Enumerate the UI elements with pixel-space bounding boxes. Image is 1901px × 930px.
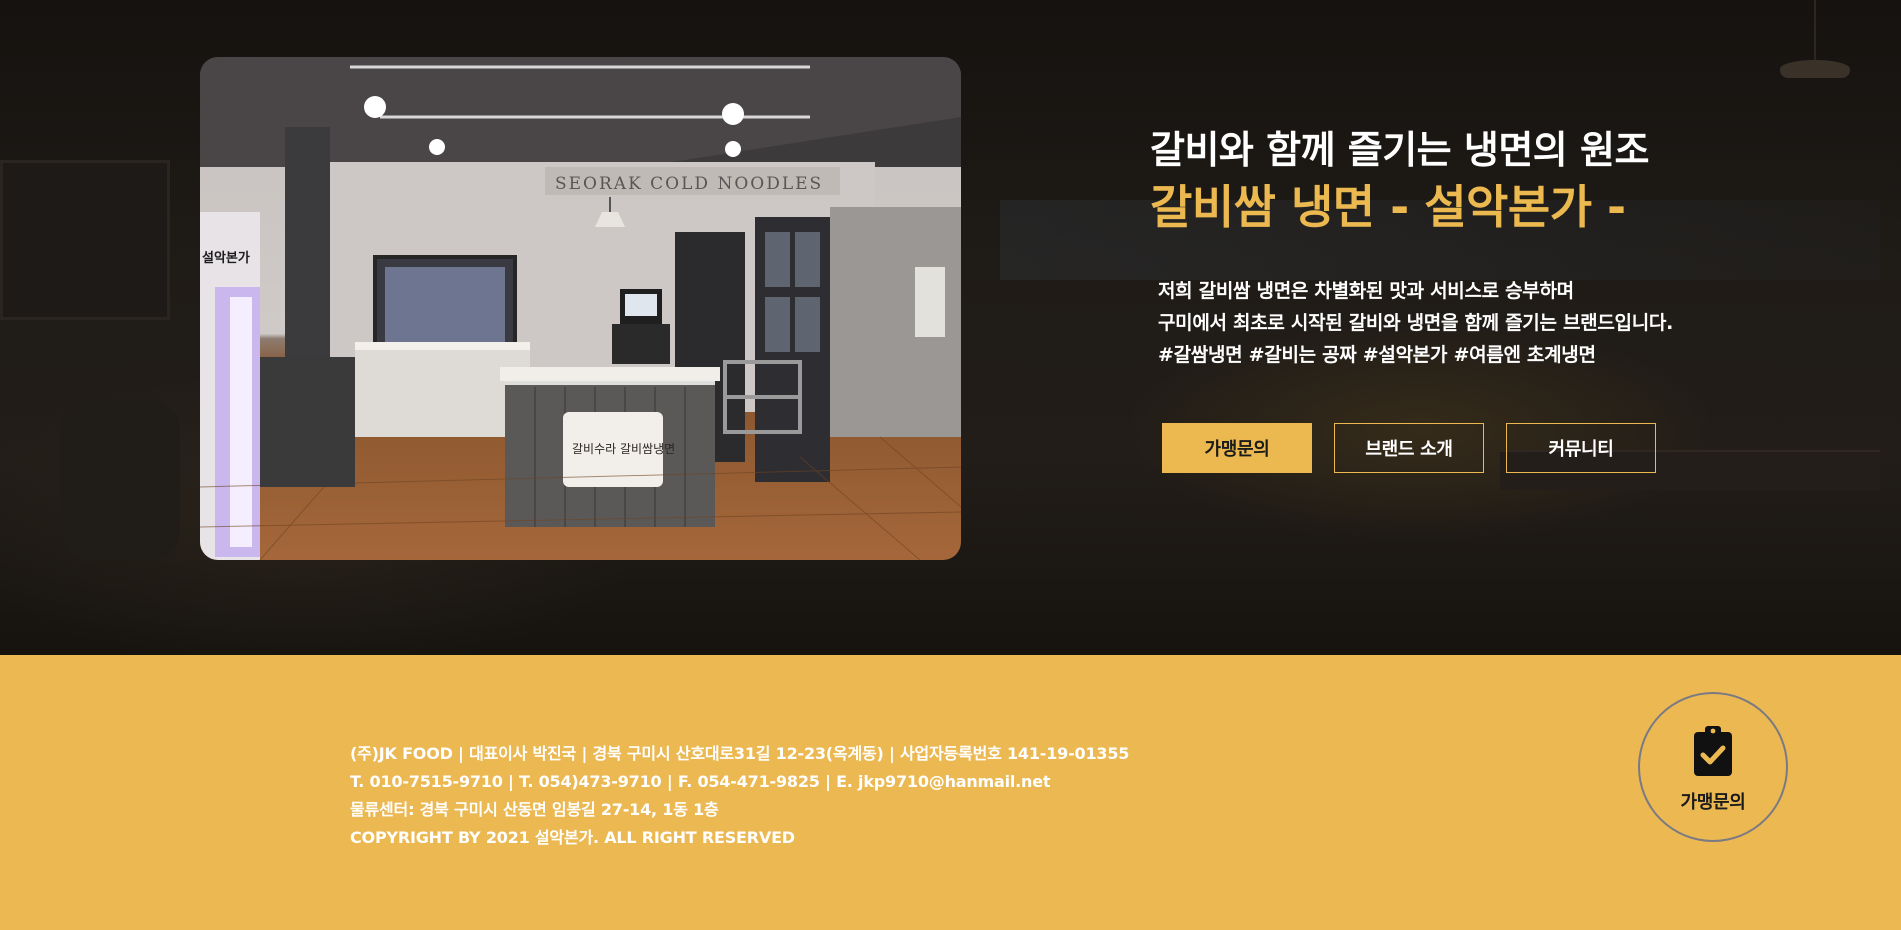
photo-panel-text: 갈비수라 갈비쌈냉면: [572, 442, 675, 456]
franchise-inquiry-button[interactable]: 가맹문의: [1162, 423, 1312, 473]
background-lamp-cord: [1814, 0, 1816, 62]
footer-logistics-line: 물류센터: 경북 구미시 산동면 임봉길 27-14, 1동 1층: [350, 800, 719, 819]
background-lamp: [1780, 60, 1850, 78]
hero-copy: 갈비와 함께 즐기는 냉면의 원조 갈비쌈 냉면 - 설악본가 - 저희 갈비쌈…: [1150, 125, 1850, 371]
hero-hashtags: #갈쌈냉면 #갈비는 공짜 #설악본가 #여름엔 초계냉면: [1158, 344, 1596, 366]
franchise-inquiry-floating-button[interactable]: 가맹문의: [1638, 692, 1788, 842]
hero-description: 저희 갈비쌈 냉면은 차별화된 맛과 서비스로 승부하며 구미에서 최초로 시작…: [1158, 275, 1850, 371]
site-footer: (주)JK FOOD | 대표이사 박진국 | 경북 구미시 산호대로31길 1…: [0, 655, 1901, 930]
hero-section: SEORAK COLD NOODLES 갈비수라 갈비쌈냉면 설악본가 갈비와 …: [0, 0, 1901, 655]
hero-title: 갈비쌈 냉면 - 설악본가 -: [1150, 180, 1626, 234]
clipboard-check-icon: [1694, 726, 1732, 776]
hero-description-line: 구미에서 최초로 시작된 갈비와 냉면을 함께 즐기는 브랜드입니다.: [1158, 312, 1673, 334]
photo-sign-text: SEORAK COLD NOODLES: [555, 174, 823, 194]
community-button[interactable]: 커뮤니티: [1506, 423, 1656, 473]
background-chair: [60, 400, 180, 560]
background-menu-board: [0, 160, 170, 320]
footer-company-line: (주)JK FOOD | 대표이사 박진국 | 경북 구미시 산호대로31길 1…: [350, 744, 1130, 763]
hero-description-line: 저희 갈비쌈 냉면은 차별화된 맛과 서비스로 승부하며: [1158, 280, 1574, 302]
photo-side-text: 설악본가: [202, 250, 250, 266]
hero-button-row: 가맹문의 브랜드 소개 커뮤니티: [1162, 423, 1656, 473]
store-interior-photo: SEORAK COLD NOODLES 갈비수라 갈비쌈냉면 설악본가: [200, 57, 961, 560]
footer-company-info: (주)JK FOOD | 대표이사 박진국 | 경북 구미시 산호대로31길 1…: [350, 740, 1129, 852]
footer-contact-line: T. 010-7515-9710 | T. 054)473-9710 | F. …: [350, 772, 1051, 791]
hero-subtitle: 갈비와 함께 즐기는 냉면의 원조: [1150, 128, 1649, 172]
brand-intro-button[interactable]: 브랜드 소개: [1334, 423, 1484, 473]
footer-copyright: COPYRIGHT BY 2021 설악본가. ALL RIGHT RESERV…: [350, 828, 795, 847]
franchise-fab-label: 가맹문의: [1680, 792, 1746, 813]
